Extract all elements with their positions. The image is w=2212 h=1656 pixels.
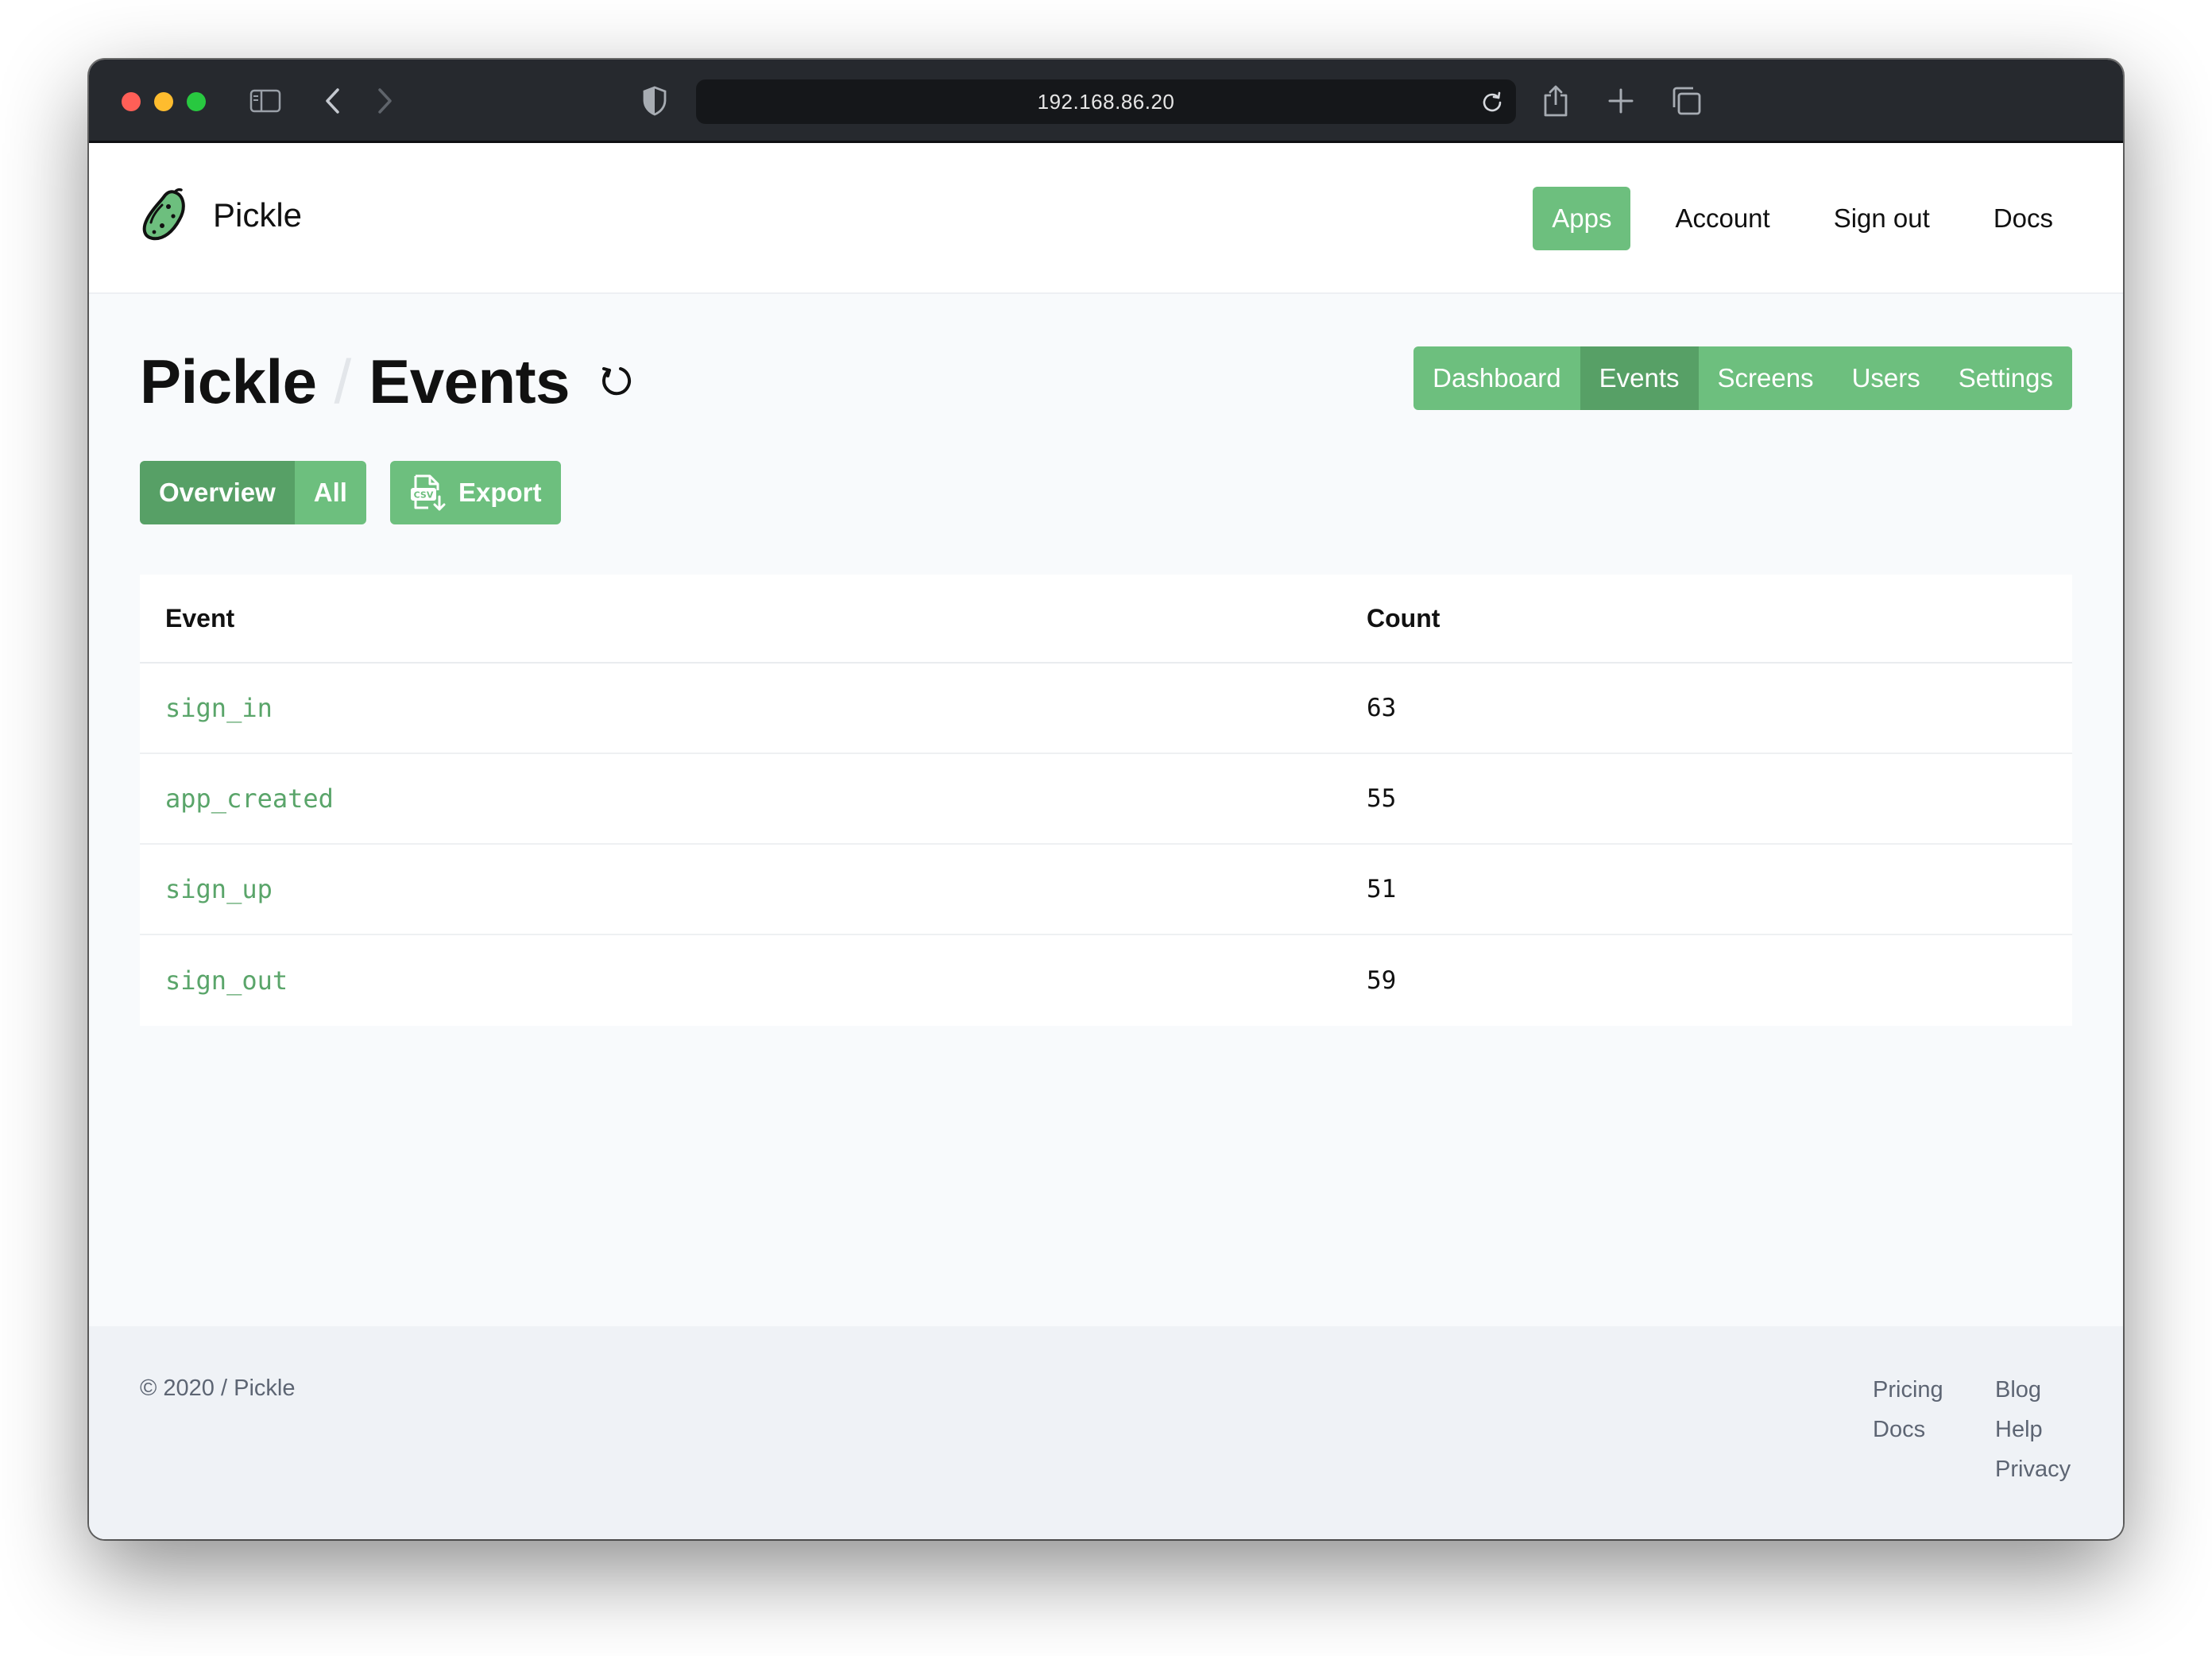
reload-icon[interactable]: [1476, 86, 1508, 118]
footer: © 2020 / Pickle Pricing Docs Blog Help P…: [89, 1326, 2123, 1539]
event-link[interactable]: sign_out: [165, 965, 288, 996]
address-bar[interactable]: 192.168.86.20: [696, 79, 1516, 124]
breadcrumb-app[interactable]: Pickle: [140, 346, 317, 418]
top-nav: Apps Account Sign out Docs: [1533, 187, 2072, 250]
footer-link-help[interactable]: Help: [1995, 1415, 2071, 1455]
view-toggle: Overview All: [140, 461, 366, 524]
all-button[interactable]: All: [294, 461, 366, 524]
event-count: 55: [1367, 784, 1397, 813]
table-row: app_created 55: [140, 754, 2072, 845]
footer-links-primary: Pricing Docs: [1873, 1375, 1943, 1455]
tab-overview-icon[interactable]: [1665, 80, 1707, 122]
table-row: sign_out 59: [140, 935, 2072, 1026]
close-window-button[interactable]: [122, 92, 141, 111]
browser-window: 192.168.86.20 Pickle Apps Account Sign o…: [89, 60, 2123, 1539]
zoom-window-button[interactable]: [187, 92, 206, 111]
tab-screens[interactable]: Screens: [1699, 346, 1833, 410]
column-header-event: Event: [165, 603, 235, 633]
column-header-count: Count: [1367, 603, 1441, 633]
tab-settings[interactable]: Settings: [1939, 346, 2072, 410]
table-row: sign_up 51: [140, 845, 2072, 935]
forward-icon[interactable]: [364, 80, 405, 122]
tab-users[interactable]: Users: [1833, 346, 1939, 410]
event-link[interactable]: sign_in: [165, 693, 273, 723]
browser-toolbar: 192.168.86.20: [89, 60, 2123, 143]
footer-links-secondary: Blog Help Privacy: [1995, 1375, 2071, 1495]
breadcrumb-page: Events: [369, 346, 570, 416]
nav-docs[interactable]: Docs: [1974, 187, 2072, 250]
footer-link-docs[interactable]: Docs: [1873, 1415, 1943, 1455]
breadcrumb-separator: /: [334, 346, 352, 416]
share-icon[interactable]: [1535, 80, 1576, 122]
nav-sign-out[interactable]: Sign out: [1815, 187, 1949, 250]
nav-apps[interactable]: Apps: [1533, 187, 1631, 250]
footer-link-blog[interactable]: Blog: [1995, 1375, 2071, 1415]
page-title: Pickle / Events: [140, 342, 636, 421]
event-count: 59: [1367, 966, 1397, 995]
copyright-text: © 2020 / Pickle: [140, 1375, 296, 1401]
export-label: Export: [458, 478, 542, 507]
tab-dashboard[interactable]: Dashboard: [1413, 346, 1580, 410]
footer-link-pricing[interactable]: Pricing: [1873, 1375, 1943, 1415]
pickle-logo-icon: [142, 188, 185, 241]
table-header: Event Count: [140, 575, 2072, 664]
footer-link-privacy[interactable]: Privacy: [1995, 1455, 2071, 1495]
event-count: 51: [1367, 875, 1397, 903]
brand-name: Pickle: [213, 196, 303, 234]
new-tab-icon[interactable]: [1600, 80, 1642, 122]
url-text: 192.168.86.20: [1037, 89, 1175, 114]
brand-link[interactable]: Pickle: [140, 188, 302, 243]
sidebar-toggle-icon[interactable]: [245, 80, 286, 122]
app-subnav: Dashboard Events Screens Users Settings: [1413, 346, 2072, 410]
table-row: sign_in 63: [140, 664, 2072, 754]
csv-download-icon: CSV: [409, 473, 446, 513]
event-count: 63: [1367, 694, 1397, 722]
events-table: Event Count sign_in 63 app_created 55 si…: [140, 575, 2072, 1026]
export-button[interactable]: CSV Export: [390, 461, 561, 524]
event-link[interactable]: sign_up: [165, 874, 273, 904]
minimize-window-button[interactable]: [154, 92, 173, 111]
app-header: Pickle Apps Account Sign out Docs: [89, 143, 2123, 294]
back-icon[interactable]: [312, 80, 354, 122]
tab-events[interactable]: Events: [1580, 346, 1699, 410]
overview-button[interactable]: Overview: [140, 461, 295, 524]
nav-account[interactable]: Account: [1656, 187, 1789, 250]
refresh-icon[interactable]: [597, 362, 636, 401]
privacy-shield-icon[interactable]: [634, 80, 675, 122]
event-link[interactable]: app_created: [165, 784, 334, 814]
svg-text:CSV: CSV: [414, 490, 434, 501]
